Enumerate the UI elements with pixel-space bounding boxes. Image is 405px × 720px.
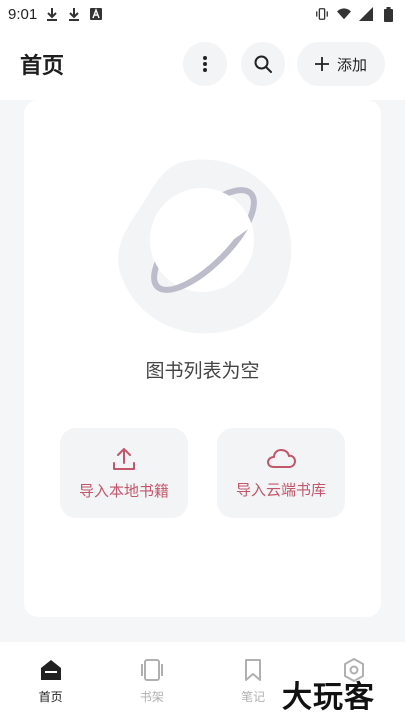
book-list-card: 图书列表为空 导入本地书籍 导入云端书库	[24, 100, 381, 617]
status-time: 9:01	[8, 5, 38, 23]
wifi-icon	[337, 7, 351, 21]
import-cloud-label: 导入云端书库	[235, 480, 326, 499]
status-bar: 9:01	[0, 0, 405, 28]
bookshelf-icon	[140, 659, 163, 681]
bookmark-icon	[245, 659, 262, 681]
more-vertical-icon	[202, 56, 207, 72]
status-left: 9:01	[8, 6, 103, 23]
cloud-icon	[267, 448, 296, 468]
upload-icon	[113, 447, 135, 470]
add-label: 添加	[336, 55, 367, 74]
font-icon	[89, 7, 103, 21]
watermark-text: 大玩客	[282, 680, 375, 715]
home-icon	[40, 660, 61, 680]
empty-text: 图书列表为空	[145, 360, 260, 382]
nav-notes-label: 笔记	[241, 690, 266, 704]
battery-icon	[381, 6, 395, 22]
more-button[interactable]	[182, 42, 227, 86]
nav-bookshelf-label: 书架	[139, 690, 164, 704]
import-local-label: 导入本地书籍	[78, 481, 169, 500]
vibrate-icon	[315, 7, 329, 21]
nav-item-home[interactable]: 首页	[11, 658, 91, 705]
download-icon	[45, 7, 59, 21]
header: 首页 添加	[0, 28, 405, 100]
import-local-button[interactable]: 导入本地书籍	[60, 428, 188, 518]
page-title: 首页	[20, 54, 65, 79]
nav-item-bookshelf[interactable]: 书架	[112, 658, 192, 705]
status-right	[315, 6, 395, 22]
search-icon	[254, 55, 272, 73]
import-cloud-button[interactable]: 导入云端书库	[217, 428, 345, 518]
plus-icon	[314, 57, 329, 71]
planet-illustration	[118, 159, 292, 334]
nav-home-label: 首页	[38, 690, 63, 704]
signal-icon	[359, 7, 373, 21]
search-button[interactable]	[240, 42, 285, 86]
download-icon	[67, 7, 81, 21]
add-button[interactable]: 添加	[296, 42, 385, 86]
